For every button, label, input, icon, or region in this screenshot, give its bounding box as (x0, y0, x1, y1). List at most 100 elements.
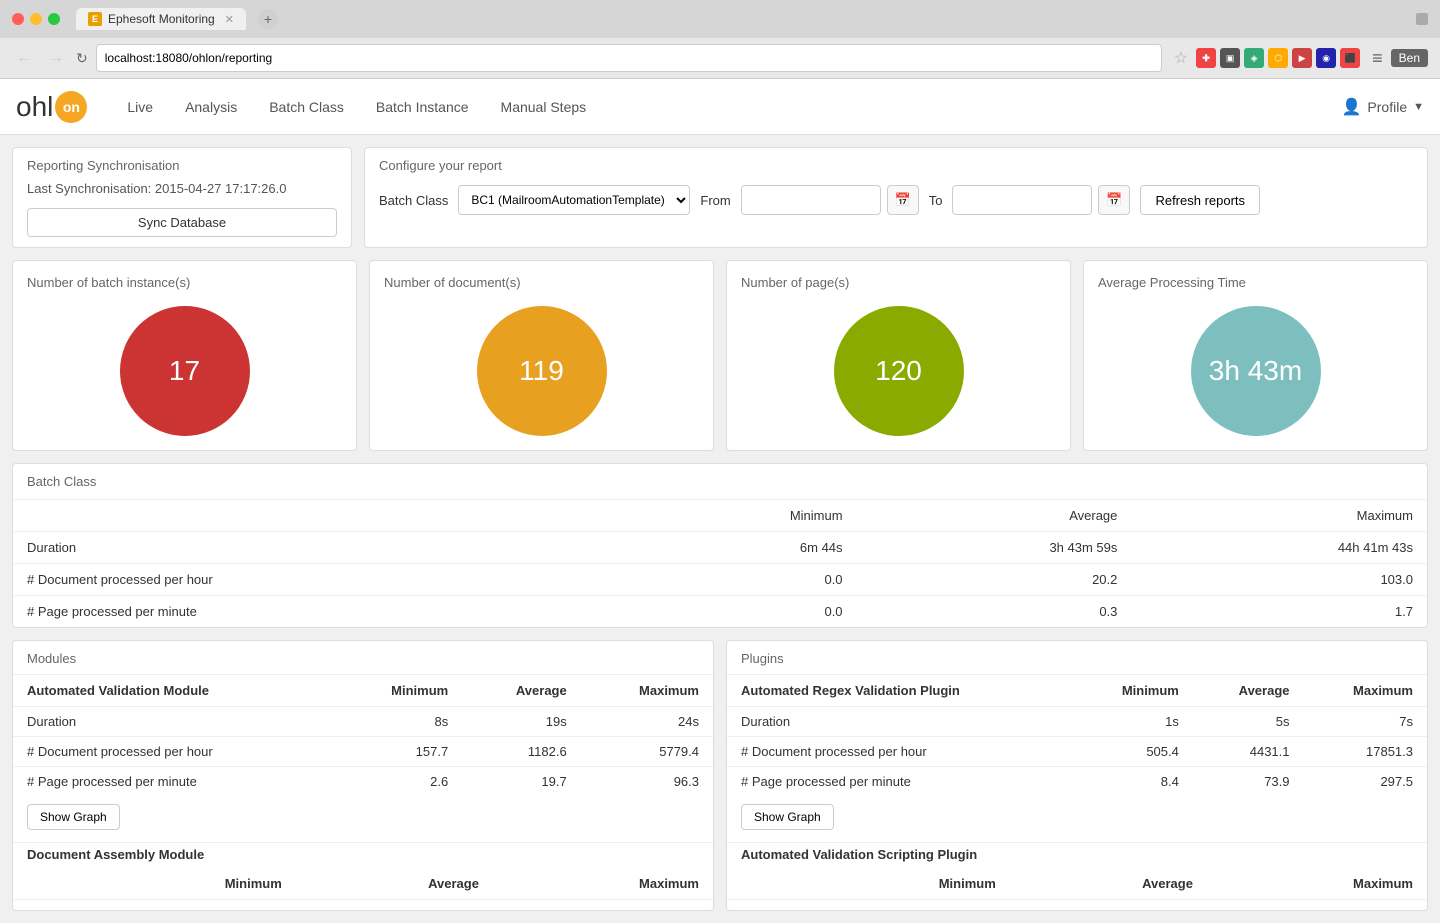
sync-database-button[interactable]: Sync Database (27, 208, 337, 237)
modules-title: Modules (13, 651, 713, 675)
col-header-average: Average (857, 500, 1132, 532)
avsp-avg-header: Average (1010, 868, 1207, 900)
nav-item-batch-instance[interactable]: Batch Instance (360, 79, 485, 135)
ext-icon-7[interactable]: ⬛ (1340, 48, 1360, 68)
stat-label-pages: Number of page(s) (741, 275, 849, 290)
stat-circle-wrapper-docs: 119 (384, 306, 699, 436)
stat-circle-batch-instances: 17 (120, 306, 250, 436)
config-controls: Batch Class BC1 (MailroomAutomationTempl… (379, 185, 1413, 215)
batch-class-label: Batch Class (379, 193, 448, 208)
tab-close-icon[interactable]: ✕ (225, 13, 234, 26)
module-row-doc-per-hour-avg: 1182.6 (462, 737, 581, 767)
module-row-doc-per-hour-min: 157.7 (334, 737, 462, 767)
row-avg-doc-per-hour: 20.2 (857, 564, 1132, 596)
table-row: # Page processed per minute 2.6 19.7 96.… (13, 767, 713, 797)
row-label-duration: Duration (13, 532, 625, 564)
config-card: Configure your report Batch Class BC1 (M… (364, 147, 1428, 248)
window-control (1416, 13, 1428, 25)
stat-circle-documents: 119 (477, 306, 607, 436)
avsp-min-header: Minimum (797, 868, 1010, 900)
show-graph-button-plugins[interactable]: Show Graph (741, 804, 834, 830)
profile-label: Profile (1367, 99, 1407, 115)
plugin-row-duration-avg: 5s (1193, 707, 1304, 737)
page-content: Reporting Synchronisation Last Synchroni… (0, 135, 1440, 923)
plugin-max-header: Maximum (1304, 675, 1428, 707)
ext-icon-4[interactable]: ⬡ (1268, 48, 1288, 68)
to-calendar-icon[interactable]: 📅 (1098, 185, 1130, 215)
batch-class-card: Batch Class Minimum Average Maximum Dura… (12, 463, 1428, 628)
table-row: Duration 6m 44s 3h 43m 59s 44h 41m 43s (13, 532, 1427, 564)
nav-item-analysis[interactable]: Analysis (169, 79, 253, 135)
row-min-doc-per-hour: 0.0 (625, 564, 856, 596)
row-max-duration: 44h 41m 43s (1131, 532, 1427, 564)
module-name-header: Automated Validation Module (13, 675, 334, 707)
document-assembly-module-table: Minimum Average Maximum (13, 868, 713, 900)
to-date-input[interactable] (952, 185, 1092, 215)
batch-class-select[interactable]: BC1 (MailroomAutomationTemplate) (458, 185, 690, 215)
config-title: Configure your report (379, 158, 1413, 173)
plugins-title: Plugins (727, 651, 1427, 675)
module-avg-header: Average (462, 675, 581, 707)
address-bar[interactable] (96, 44, 1162, 72)
plugin-row-doc-per-hour-max: 17851.3 (1304, 737, 1428, 767)
profile-menu[interactable]: 👤 Profile ▼ (1342, 97, 1425, 117)
plugin-avg-header: Average (1193, 675, 1304, 707)
table-row: Duration 8s 19s 24s (13, 707, 713, 737)
module-row-page-per-min: # Page processed per minute (13, 767, 334, 797)
row-label-doc-per-hour: # Document processed per hour (13, 564, 625, 596)
browser-extensions: ✚ ▣ ◈ ⬡ ▶ ◉ ⬛ (1196, 48, 1360, 68)
browser-user-button[interactable]: Ben (1391, 49, 1428, 67)
table-row: Duration 1s 5s 7s (727, 707, 1427, 737)
stat-circle-wrapper-pages: 120 (741, 306, 1056, 436)
show-graph-button-modules[interactable]: Show Graph (27, 804, 120, 830)
from-date-input[interactable] (741, 185, 881, 215)
stat-label-batch-instances: Number of batch instance(s) (27, 275, 190, 290)
col-header-maximum: Maximum (1131, 500, 1427, 532)
module-row-duration-avg: 19s (462, 707, 581, 737)
new-tab-button[interactable]: + (258, 9, 278, 29)
stat-circle-wrapper: 17 (27, 306, 342, 436)
module-max-header: Maximum (581, 675, 713, 707)
ext-icon-2[interactable]: ▣ (1220, 48, 1240, 68)
stats-row: Number of batch instance(s) 17 Number of… (12, 260, 1428, 451)
automated-validation-scripting-plugin-table: Minimum Average Maximum (727, 868, 1427, 900)
browser-chrome: E Ephesoft Monitoring ✕ + ← → ↻ ☆ ✚ ▣ ◈ … (0, 0, 1440, 79)
browser-dots (12, 13, 60, 25)
main-nav: Live Analysis Batch Class Batch Instance… (111, 79, 1341, 135)
reload-button[interactable]: ↻ (76, 50, 88, 67)
stat-circle-wrapper-avg: 3h 43m (1098, 306, 1413, 436)
nav-item-manual-steps[interactable]: Manual Steps (485, 79, 603, 135)
forward-button[interactable]: → (44, 47, 68, 69)
maximize-dot[interactable] (48, 13, 60, 25)
close-dot[interactable] (12, 13, 24, 25)
ext-icon-1[interactable]: ✚ (1196, 48, 1216, 68)
browser-titlebar: E Ephesoft Monitoring ✕ + (0, 0, 1440, 38)
nav-item-live[interactable]: Live (111, 79, 169, 135)
bookmark-icon[interactable]: ☆ (1174, 48, 1188, 68)
ext-icon-5[interactable]: ▶ (1292, 48, 1312, 68)
plugin-min-header: Minimum (1074, 675, 1193, 707)
dam-min-header: Minimum (83, 868, 296, 900)
minimize-dot[interactable] (30, 13, 42, 25)
automated-regex-plugin-table: Automated Regex Validation Plugin Minimu… (727, 675, 1427, 796)
from-calendar-icon[interactable]: 📅 (887, 185, 919, 215)
ext-icon-6[interactable]: ◉ (1316, 48, 1336, 68)
browser-tab[interactable]: E Ephesoft Monitoring ✕ (76, 8, 246, 30)
module-row-duration-max: 24s (581, 707, 713, 737)
nav-item-batch-class[interactable]: Batch Class (253, 79, 360, 135)
back-button[interactable]: ← (12, 47, 36, 69)
stat-circle-avg-processing: 3h 43m (1191, 306, 1321, 436)
modules-card: Modules Automated Validation Module Mini… (12, 640, 714, 911)
sync-info: Last Synchronisation: 2015-04-27 17:17:2… (27, 181, 337, 196)
row-max-page-per-min: 1.7 (1131, 596, 1427, 628)
col-header-minimum: Minimum (625, 500, 856, 532)
table-row: # Document processed per hour 157.7 1182… (13, 737, 713, 767)
to-label: To (929, 193, 943, 208)
browser-menu-icon[interactable]: ≡ (1372, 48, 1383, 69)
ext-icon-3[interactable]: ◈ (1244, 48, 1264, 68)
module-row-duration: Duration (13, 707, 334, 737)
batch-class-table: Minimum Average Maximum Duration 6m 44s … (13, 500, 1427, 627)
row-avg-duration: 3h 43m 59s (857, 532, 1132, 564)
module-row-page-per-min-max: 96.3 (581, 767, 713, 797)
refresh-reports-button[interactable]: Refresh reports (1140, 185, 1260, 215)
